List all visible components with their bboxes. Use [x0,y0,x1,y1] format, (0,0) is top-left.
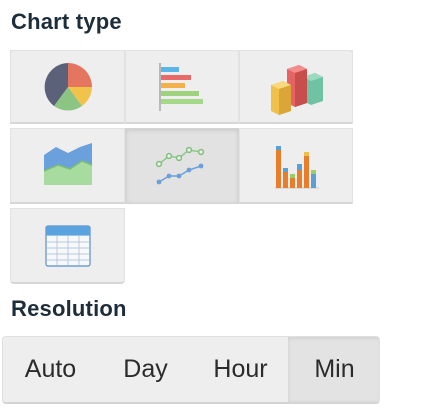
resolution-hour-button[interactable]: Hour [193,337,288,402]
chart-type-area-button[interactable] [10,128,125,204]
chart-settings-panel: Chart type Resolution Auto Day Hour Min [0,0,436,414]
chart-type-stacked-column-button[interactable] [239,128,353,204]
line-chart-icon [155,146,205,185]
chart-type-heading: Chart type [11,9,122,34]
resolution-segmented-control: Auto Day Hour Min [2,336,380,404]
resolution-day-button[interactable]: Day [98,337,193,402]
area-chart-icon [43,142,92,185]
chart-type-pie-button[interactable] [10,50,125,124]
chart-type-table-button[interactable] [10,208,125,284]
bar-chart-horizontal-icon [159,62,203,111]
resolution-min-button[interactable]: Min [288,337,379,402]
chart-type-3d-bar-button[interactable] [239,50,353,124]
chart-type-line-button[interactable] [125,128,239,204]
chart-type-bar-button[interactable] [125,50,239,124]
bar-chart-3d-icon [271,64,323,115]
table-icon [44,224,91,267]
pie-chart-icon [44,62,92,111]
resolution-auto-button[interactable]: Auto [3,337,98,402]
resolution-heading: Resolution [11,296,127,321]
stacked-column-chart-icon [275,145,319,188]
